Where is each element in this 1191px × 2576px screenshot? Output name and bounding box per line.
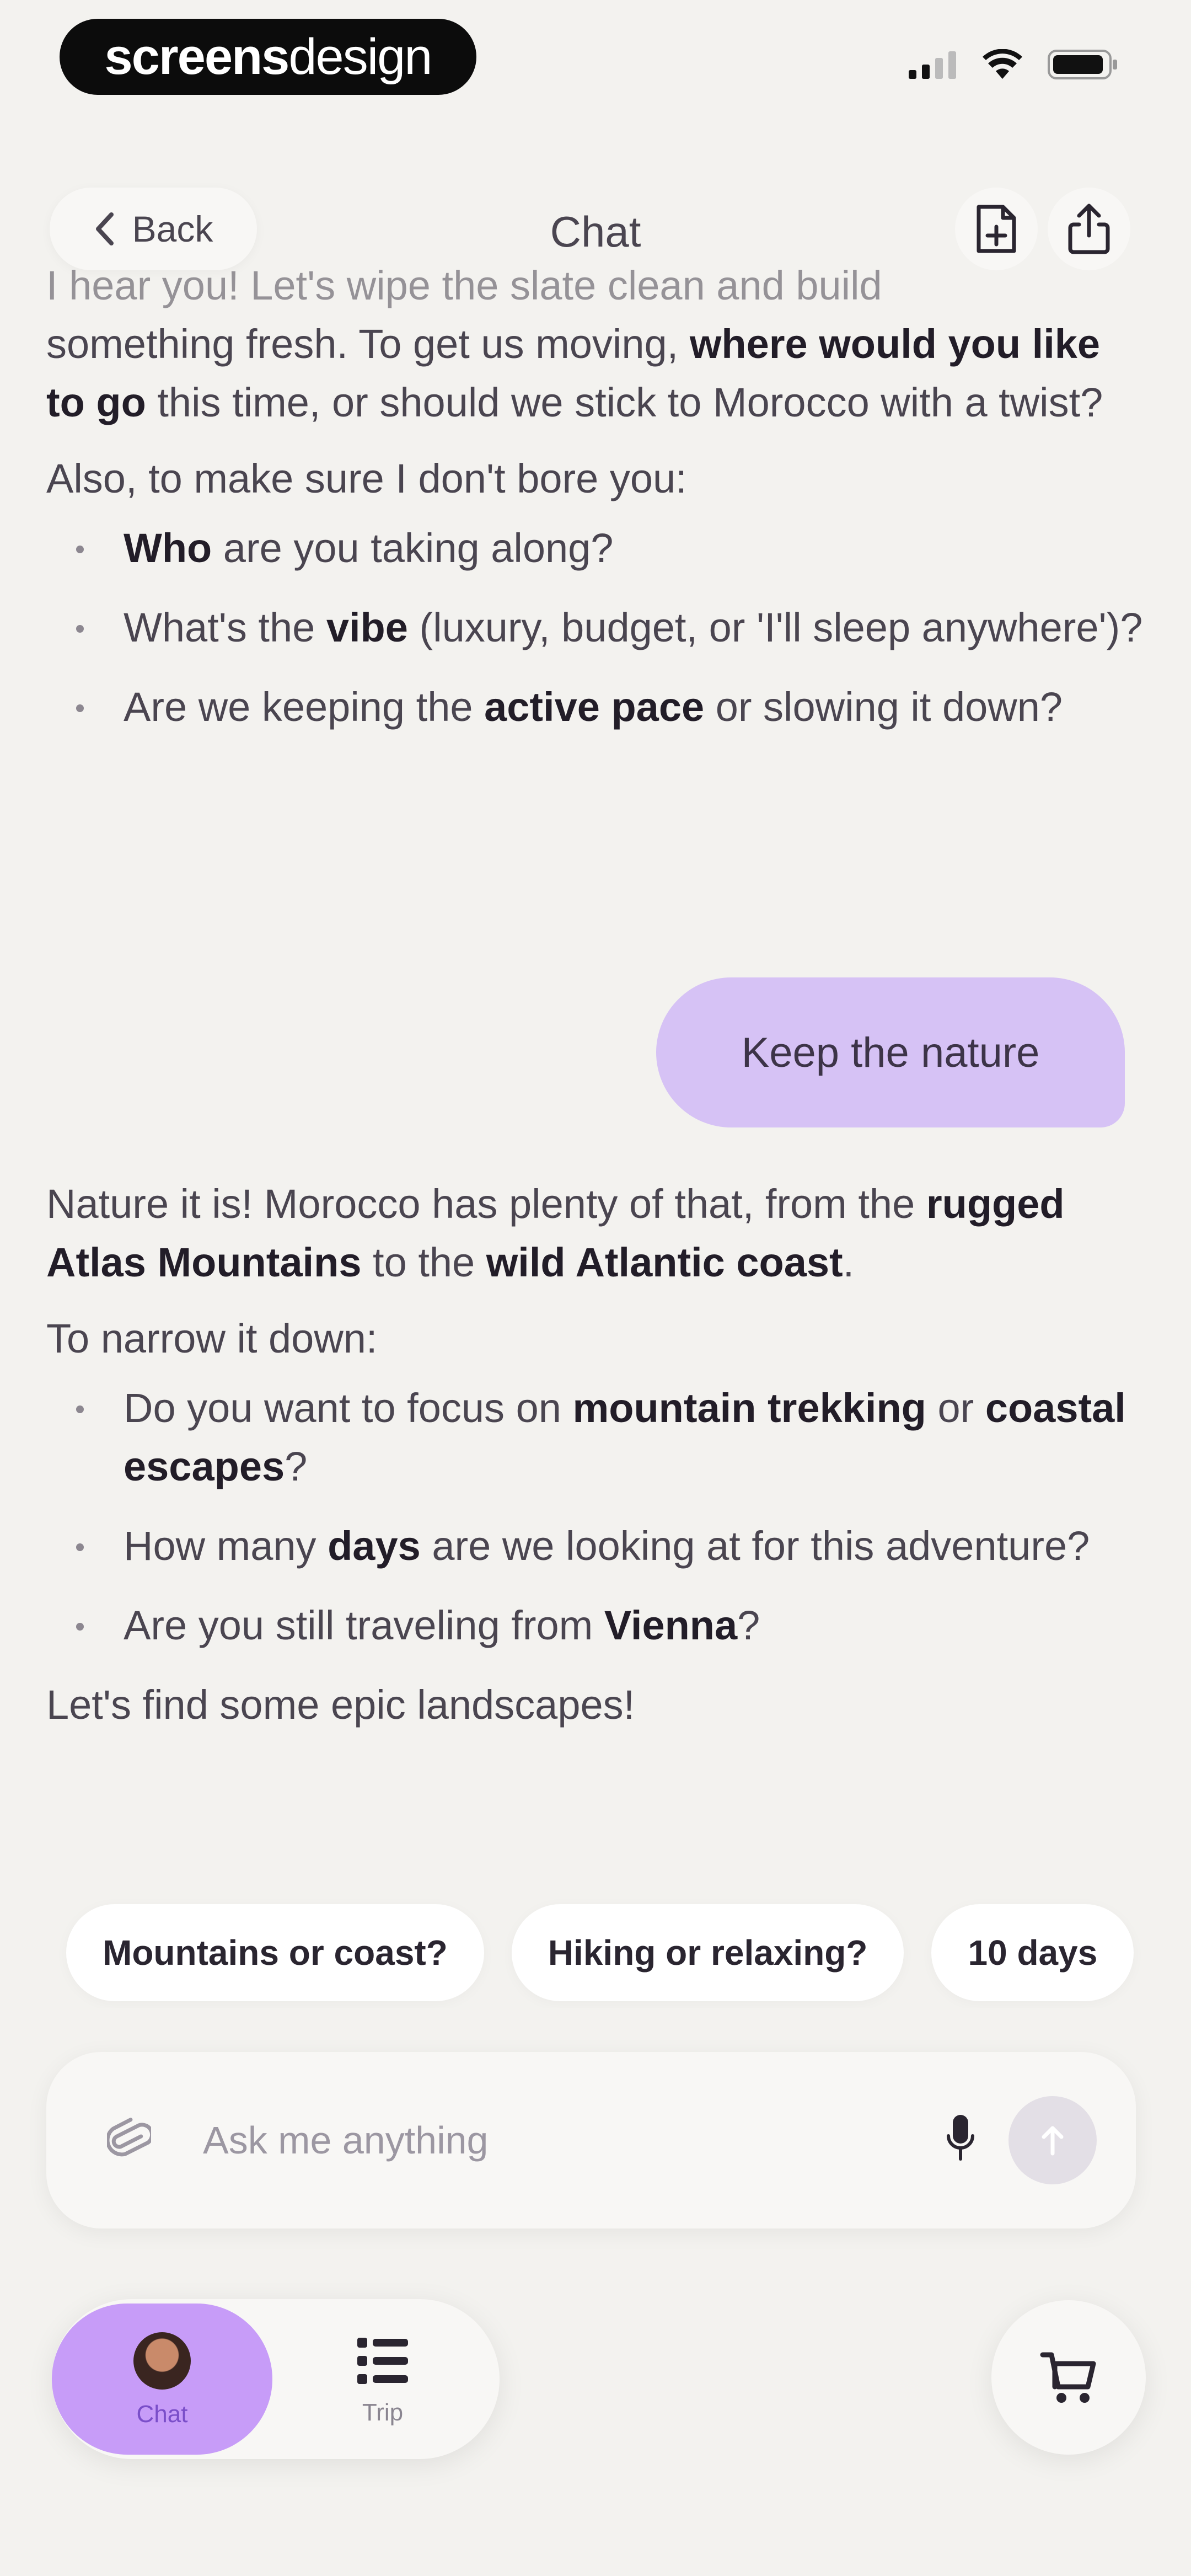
message-text: I hear you! Let's wipe the slate clean a…	[46, 263, 882, 308]
suggestion-chip[interactable]: Hiking or relaxing?	[511, 1904, 904, 2001]
status-bar	[909, 49, 1119, 81]
ai-message-1: I hear you! Let's wipe the slate clean a…	[46, 263, 1145, 757]
signal-icon	[909, 51, 956, 79]
suggestion-chip[interactable]: Mountains or coast?	[66, 1904, 484, 2001]
cart-button[interactable]	[991, 2300, 1146, 2455]
bullet-list: Do you want to focus on mountain trekkin…	[46, 1379, 1145, 1655]
tab-trip[interactable]: Trip	[272, 2332, 493, 2427]
battery-icon	[1048, 50, 1117, 79]
message-text: Let's find some epic landscapes!	[46, 1682, 635, 1728]
message-text: Nature it is! Morocco has plenty of that…	[46, 1181, 1065, 1285]
cart-icon	[1040, 2352, 1096, 2403]
message-text: To narrow it down:	[46, 1316, 378, 1361]
message-composer[interactable]: Ask me anything	[46, 2052, 1136, 2228]
microphone-icon[interactable]	[945, 2113, 976, 2163]
list-icon	[357, 2338, 408, 2384]
share-icon	[1068, 204, 1110, 254]
list-item: How many days are we looking at for this…	[46, 1517, 1145, 1575]
document-icon	[977, 205, 1016, 253]
message-text: Also, to make sure I don't bore you:	[46, 456, 687, 501]
bullet-list: Who are you taking along? What's the vib…	[46, 519, 1145, 736]
list-item: Are we keeping the active pace or slowin…	[46, 678, 1145, 736]
brand-logo: screens design	[60, 19, 476, 95]
send-button[interactable]	[1008, 2096, 1097, 2184]
message-text: something fresh. To get us moving, where…	[46, 321, 1103, 425]
suggestion-chip[interactable]: 10 days	[931, 1904, 1134, 2001]
paperclip-icon[interactable]	[107, 2114, 151, 2167]
tab-label: Trip	[362, 2399, 404, 2426]
list-item: Who are you taking along?	[46, 519, 1145, 578]
list-item: Are you still traveling from Vienna?	[46, 1596, 1145, 1655]
wifi-icon	[983, 49, 1022, 79]
tab-bar: Chat Trip	[52, 2299, 500, 2459]
user-message: Keep the nature	[656, 977, 1125, 1127]
tab-label: Chat	[136, 2401, 188, 2428]
message-input[interactable]: Ask me anything	[203, 2118, 488, 2162]
list-item: What's the vibe (luxury, budget, or 'I'l…	[46, 598, 1145, 657]
avatar	[133, 2332, 191, 2390]
suggestion-chips: Mountains or coast? Hiking or relaxing? …	[0, 1898, 1191, 2008]
list-item: Do you want to focus on mountain trekkin…	[46, 1379, 1145, 1496]
tab-chat[interactable]: Chat	[52, 2332, 272, 2428]
arrow-up-icon	[1042, 2126, 1064, 2156]
ai-message-2: Nature it is! Morocco has plenty of that…	[46, 1175, 1145, 1734]
